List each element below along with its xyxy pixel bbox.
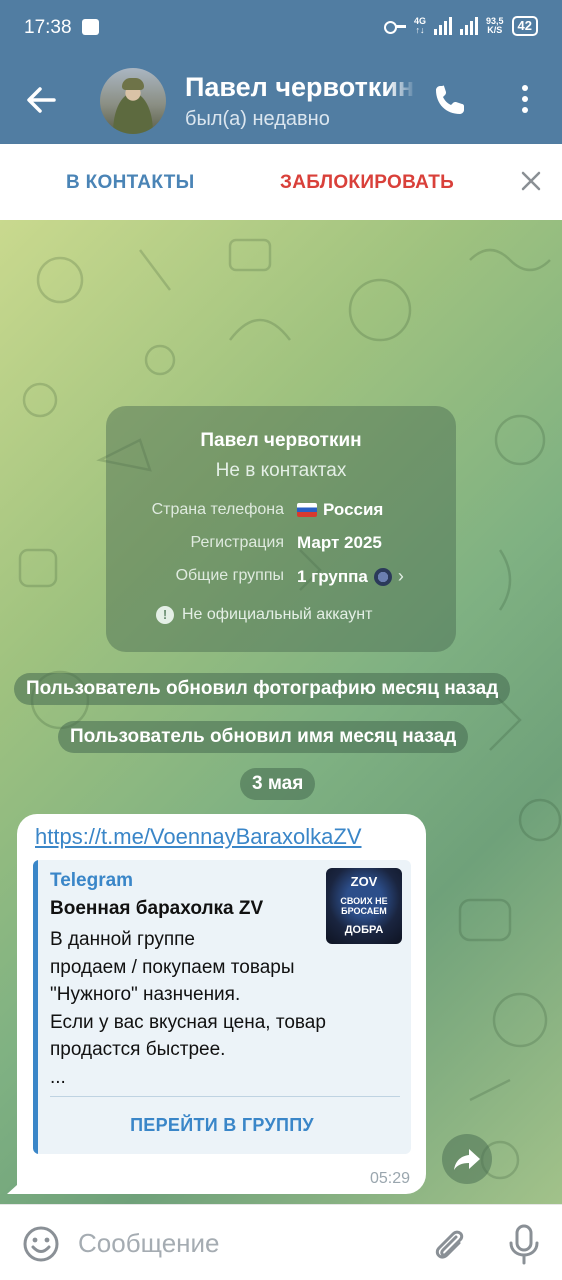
preview-title: Военная барахолка ZV [50,898,264,919]
call-button[interactable] [430,80,470,120]
microphone-button[interactable] [506,1223,542,1265]
chevron-right-icon: › [397,566,404,586]
status-icons: 4G ↑↓ 93,5 K/S 42 [383,16,538,36]
back-button[interactable] [20,80,64,120]
message-link[interactable]: https://t.me/VoennayBaraxolkaZV [35,824,362,850]
battery-icon: 42 [511,16,538,36]
dot-icon [522,96,528,102]
info-icon: ! [156,606,174,624]
status-bar: 17:38 4G ↑↓ 93,5 K/S 42 [0,0,562,56]
emoji-button[interactable] [22,1225,60,1263]
arrow-left-icon [27,87,56,113]
share-arrow-icon [454,1149,480,1170]
signal-icon-2 [460,17,478,35]
dot-icon [522,107,528,113]
more-menu-button[interactable] [510,82,540,118]
preview-thumbnail: ZOV СВОИХ НЕ БРОСАЕМ ДОБРА [326,868,402,944]
message-input-bar [0,1204,562,1280]
chat-header: Павел червоткин был(а) недавно [0,56,562,144]
group-avatar [373,567,392,586]
message-input[interactable] [78,1223,408,1263]
common-groups-label: Общие группы [175,567,284,584]
add-contact-button[interactable]: В КОНТАКТЫ [66,172,195,194]
info-card-status: Не в контактах [215,460,347,481]
message-time: 05:29 [369,1170,410,1187]
registration-value: Март 2025 [297,533,382,552]
preview-site-name: Telegram [50,870,134,891]
open-group-button[interactable]: ПЕРЕЙТИ В ГРУППУ [33,1096,411,1154]
contact-info-card: Павел червоткин Не в контактах Страна те… [106,406,456,652]
phone-country-label: Страна телефона [151,501,284,518]
action-bar: В КОНТАКТЫ ЗАБЛОКИРОВАТЬ [0,144,562,220]
close-action-bar-button[interactable] [518,168,544,194]
network-type: 4G ↑↓ [413,16,426,35]
info-card-name: Павел червоткин [200,430,362,451]
close-icon [521,171,541,191]
message-bubble[interactable]: https://t.me/VoennayBaraxolkaZV Telegram… [17,814,426,1194]
share-button[interactable] [442,1134,492,1184]
common-groups-value[interactable]: 1 группа › [297,566,404,587]
paperclip-icon [435,1230,464,1259]
dot-icon [522,85,528,91]
signal-icon [434,17,452,35]
russia-flag-icon [297,503,317,517]
phone-icon [436,85,464,114]
phone-country-value: Россия [297,500,383,520]
last-seen-status: был(а) недавно [185,108,330,130]
microphone-icon [509,1224,539,1265]
status-time: 17:38 [24,17,72,38]
unofficial-account-notice: ! Не официальный аккаунт [156,606,372,624]
smiley-icon [23,1226,59,1262]
date-badge: 3 мая [240,768,316,800]
attach-button[interactable] [430,1225,470,1265]
key-icon [383,19,406,34]
chat-area[interactable]: Павел червоткин Не в контактах Страна те… [0,220,562,1204]
preview-description: В данной группе продаем / покупаем товар… [50,929,326,1088]
link-preview[interactable]: Telegram Военная барахолка ZV В данной г… [33,860,411,1154]
service-message-photo: Пользователь обновил фотографию месяц на… [14,673,511,705]
mail-notification-icon [82,19,99,35]
registration-label: Регистрация [190,534,284,551]
block-user-button[interactable]: ЗАБЛОКИРОВАТЬ [280,172,454,194]
service-message-name: Пользователь обновил имя месяц назад [58,721,469,753]
network-speed: 93,5 K/S [486,16,504,35]
contact-name[interactable]: Павел червоткин [185,72,417,103]
avatar[interactable] [100,68,166,134]
